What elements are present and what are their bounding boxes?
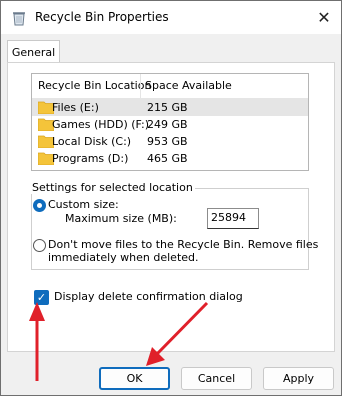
location-name: Games (HDD) (F:) — [52, 118, 150, 131]
location-name: Local Disk (C:) — [52, 135, 132, 148]
space-available: 465 GB — [147, 152, 188, 165]
recycle-bin-icon — [13, 12, 25, 26]
confirm-dialog-label[interactable]: Display delete confirmation dialog — [54, 290, 243, 303]
column-divider[interactable] — [140, 74, 141, 98]
list-item[interactable]: Games (HDD) (F:) 249 GB — [32, 116, 308, 133]
list-header: Recycle Bin Location Space Available — [32, 74, 308, 99]
dont-move-label-line2[interactable]: immediately when deleted. — [48, 251, 199, 264]
space-available: 215 GB — [147, 101, 188, 114]
properties-window: Recycle Bin Properties ✕ General Recycle… — [0, 0, 342, 396]
max-size-input[interactable] — [208, 209, 258, 226]
settings-group-label: Settings for selected location — [30, 181, 195, 194]
location-list[interactable]: Recycle Bin Location Space Available Fil… — [31, 73, 309, 171]
space-available: 953 GB — [147, 135, 188, 148]
ok-button[interactable]: OK — [99, 367, 170, 390]
dont-move-radio[interactable] — [33, 239, 46, 252]
close-icon: ✕ — [317, 8, 331, 27]
tab-strip: General — [1, 34, 341, 64]
tab-general[interactable]: General — [7, 40, 60, 63]
location-name: Files (E:) — [52, 101, 99, 114]
list-item[interactable]: Local Disk (C:) 953 GB — [32, 133, 308, 150]
window-title: Recycle Bin Properties — [35, 10, 169, 24]
general-panel: Recycle Bin Location Space Available Fil… — [7, 62, 335, 352]
column-header-location[interactable]: Recycle Bin Location — [38, 79, 151, 92]
list-item[interactable]: Programs (D:) 465 GB — [32, 150, 308, 167]
space-available: 249 GB — [147, 118, 188, 131]
close-button[interactable]: ✕ — [307, 1, 341, 34]
apply-button[interactable]: Apply — [263, 367, 334, 390]
cancel-button[interactable]: Cancel — [181, 367, 252, 390]
dont-move-label-line1[interactable]: Don't move files to the Recycle Bin. Rem… — [48, 238, 318, 251]
custom-size-radio[interactable] — [33, 199, 46, 212]
max-size-field[interactable] — [207, 208, 259, 229]
max-size-label: Maximum size (MB): — [65, 212, 177, 225]
custom-size-label[interactable]: Custom size: — [48, 198, 119, 211]
column-header-space[interactable]: Space Available — [145, 79, 232, 92]
list-item[interactable]: Files (E:) 215 GB — [32, 99, 308, 116]
location-name: Programs (D:) — [52, 152, 129, 165]
title-bar: Recycle Bin Properties ✕ — [1, 1, 341, 34]
confirm-dialog-checkbox[interactable]: ✓ — [34, 290, 49, 305]
